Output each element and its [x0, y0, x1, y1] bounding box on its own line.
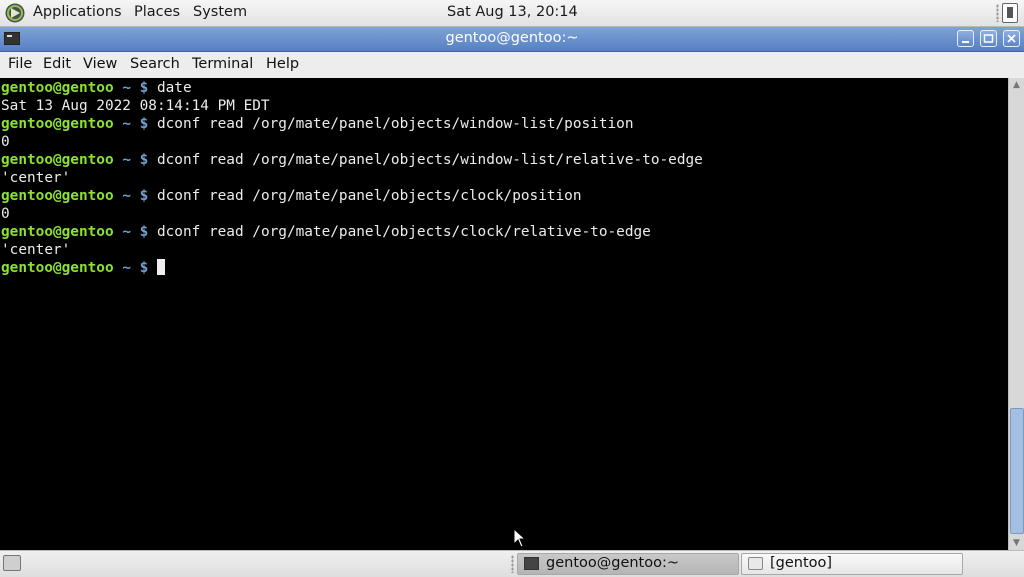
prompt-user: gentoo@gentoo [1, 188, 114, 204]
command-text: dconf read /org/mate/panel/objects/clock… [156, 188, 582, 204]
panel-separator [511, 555, 514, 573]
taskbar-item-folder[interactable]: [gentoo] [741, 553, 963, 575]
scroll-up-icon[interactable]: ▲ [1009, 78, 1024, 92]
terminal-command-line: gentoo@gentoo ~ $ dconf read /org/mate/p… [1, 187, 703, 205]
prompt-path: ~ $ [122, 224, 149, 240]
terminal-command-line: gentoo@gentoo ~ $ date [1, 79, 703, 97]
scrollbar-thumb[interactable] [1010, 408, 1024, 534]
system-menu[interactable]: System [193, 4, 247, 20]
terminal-output-line: 'center' [1, 241, 703, 259]
prompt-path: ~ $ [122, 260, 149, 276]
menu-edit[interactable]: Edit [43, 56, 71, 72]
prompt-user: gentoo@gentoo [1, 116, 114, 132]
minimize-icon [962, 41, 969, 43]
terminal-output-line: 'center' [1, 169, 703, 187]
terminal-menubar: File Edit View Search Terminal Help [0, 52, 1024, 79]
prompt-path: ~ $ [122, 152, 149, 168]
taskbar-item-label: [gentoo] [770, 555, 833, 571]
terminal-output[interactable]: gentoo@gentoo ~ $ date Sat 13 Aug 2022 08… [0, 78, 1008, 550]
menu-view[interactable]: View [83, 56, 117, 72]
output-text: 'center' [1, 242, 71, 258]
taskbar-item-label: gentoo@gentoo:~ [546, 555, 680, 571]
prompt-path: ~ $ [122, 188, 149, 204]
command-text: dconf read /org/mate/panel/objects/clock… [156, 224, 651, 240]
prompt-path: ~ $ [122, 80, 149, 96]
places-menu[interactable]: Places [134, 4, 180, 20]
terminal-output-line: 0 [1, 205, 703, 223]
gentoo-logo-icon[interactable] [4, 2, 26, 24]
prompt-user: gentoo@gentoo [1, 260, 114, 276]
output-text: Sat 13 Aug 2022 08:14:14 PM EDT [1, 98, 270, 114]
scroll-down-icon[interactable]: ▼ [1009, 536, 1024, 550]
applications-menu[interactable]: Applications [33, 4, 122, 20]
prompt-path: ~ $ [122, 116, 149, 132]
terminal-command-line: gentoo@gentoo ~ $ [1, 259, 703, 277]
top-panel: Applications Places System Sat Aug 13, 2… [0, 0, 1024, 27]
window-titlebar[interactable]: gentoo@gentoo:~ [0, 27, 1024, 52]
text-cursor [156, 259, 165, 275]
restore-icon [983, 34, 994, 43]
battery-icon[interactable] [1002, 3, 1018, 23]
prompt-user: gentoo@gentoo [1, 224, 114, 240]
terminal-command-line: gentoo@gentoo ~ $ dconf read /org/mate/p… [1, 223, 703, 241]
window-title: gentoo@gentoo:~ [445, 30, 579, 46]
command-text: dconf read /org/mate/panel/objects/windo… [156, 152, 703, 168]
menu-file[interactable]: File [8, 56, 32, 72]
maximize-button[interactable] [980, 30, 997, 47]
mouse-pointer-icon [513, 528, 527, 548]
close-icon [1007, 34, 1016, 43]
menu-search[interactable]: Search [130, 56, 180, 72]
panel-clock[interactable]: Sat Aug 13, 20:14 [447, 4, 578, 20]
taskbar-item-terminal[interactable]: gentoo@gentoo:~ [517, 553, 739, 575]
terminal-command-line: gentoo@gentoo ~ $ dconf read /org/mate/p… [1, 151, 703, 169]
menu-terminal[interactable]: Terminal [192, 56, 253, 72]
terminal-scrollbar[interactable]: ▲ ▼ [1008, 78, 1024, 550]
terminal-output-line: 0 [1, 133, 703, 151]
minimize-button[interactable] [957, 30, 974, 47]
folder-icon [748, 557, 763, 570]
command-text: dconf read /org/mate/panel/objects/windo… [156, 116, 634, 132]
bottom-panel: gentoo@gentoo:~ [gentoo] [0, 550, 1024, 577]
command-text: date [156, 80, 192, 96]
menu-help[interactable]: Help [266, 56, 299, 72]
close-button[interactable] [1003, 30, 1020, 47]
output-text: 0 [1, 206, 10, 222]
terminal-icon [524, 557, 539, 570]
prompt-user: gentoo@gentoo [1, 80, 114, 96]
prompt-user: gentoo@gentoo [1, 152, 114, 168]
terminal-lines: gentoo@gentoo ~ $ date Sat 13 Aug 2022 08… [1, 79, 703, 277]
output-text: 'center' [1, 170, 71, 186]
terminal-output-line: Sat 13 Aug 2022 08:14:14 PM EDT [1, 97, 703, 115]
show-desktop-icon[interactable] [3, 555, 21, 571]
panel-separator [996, 4, 999, 22]
output-text: 0 [1, 134, 10, 150]
terminal-command-line: gentoo@gentoo ~ $ dconf read /org/mate/p… [1, 115, 703, 133]
